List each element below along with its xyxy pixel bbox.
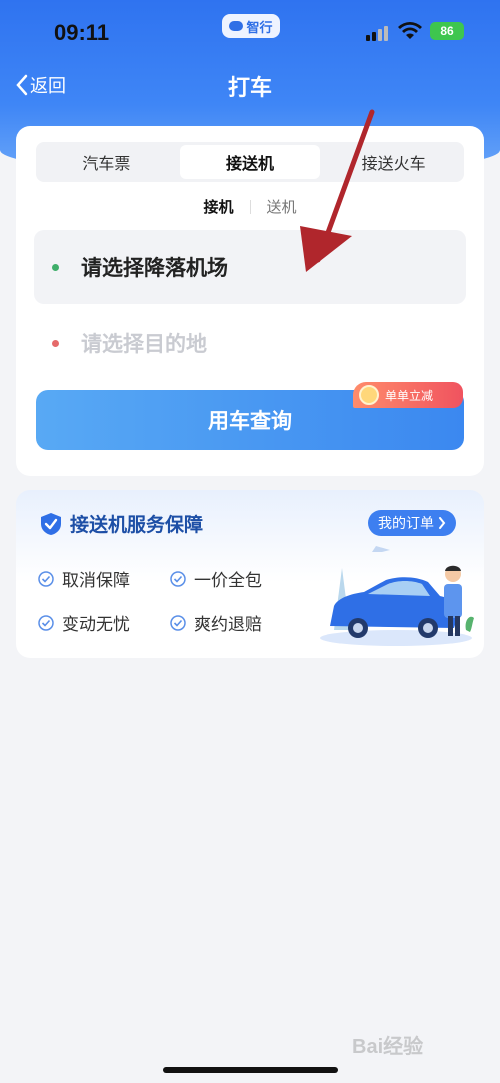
guarantee-heading: 接送机服务保障 [40,510,203,537]
guarantee-title: 接送机服务保障 [70,514,204,536]
transfer-mode-tabs: 接机 送机 [16,196,484,217]
guarantee-item-label: 取消保障 [62,571,130,591]
tab-train-transfer[interactable]: 接送火车 [323,142,464,182]
chevron-right-icon [439,517,446,529]
promo-badge: 单单立减 [353,382,463,408]
check-circle-icon [170,570,186,587]
battery-icon: 86 [430,22,464,40]
promo-label: 单单立减 [385,388,434,403]
guarantee-item: 爽约退赔 [170,610,262,635]
check-circle-icon [38,614,54,631]
watermark: Bai经验 [352,1036,424,1058]
guarantee-item: 变动无忧 [38,610,130,635]
car-driver-illustration [320,546,474,646]
arrival-airport-field[interactable]: 请选择降落机场 [34,230,466,304]
coupon-icon [359,385,379,405]
page-title: 打车 [227,76,272,101]
wifi-icon [398,22,422,39]
tab-pickup[interactable]: 接机 [203,196,233,217]
battery-level: 86 [440,24,454,38]
booking-card: 汽车票 接送机 接送火车 接机 送机 请选择降落机场 请选择目的地 用车查询 单… [16,126,484,476]
brand-pill: 智行 [222,14,280,38]
check-circle-icon [38,570,54,587]
check-circle-icon [170,614,186,631]
my-orders-label: 我的订单 [378,516,434,532]
tab-airport-transfer[interactable]: 接送机 [179,145,321,179]
service-guarantee-card: 接送机服务保障 我的订单 取消保障 一价全包 变动无忧 爽约退赔 [16,490,484,658]
shield-check-icon [41,512,61,535]
brand-logo-icon [229,21,244,31]
status-bar: 09:11 智行 86 [0,0,500,60]
tab-bus-ticket[interactable]: 汽车票 [36,142,177,182]
destination-placeholder: 请选择目的地 [81,332,207,356]
arrival-airport-placeholder: 请选择降落机场 [81,256,228,280]
subtab-divider [249,199,251,214]
red-dot-icon [52,339,59,347]
home-indicator[interactable] [163,1067,338,1073]
service-tabs: 汽车票 接送机 接送火车 [36,142,464,182]
destination-field[interactable]: 请选择目的地 [34,308,466,378]
my-orders-button[interactable]: 我的订单 [368,510,456,536]
guarantee-item: 取消保障 [38,566,130,591]
guarantee-item-label: 一价全包 [194,571,262,591]
brand-label: 智行 [246,20,273,36]
cellular-signal-icon [366,26,388,41]
green-dot-icon [52,263,59,271]
guarantee-item-label: 爽约退赔 [194,615,262,635]
guarantee-item-label: 变动无忧 [62,615,130,635]
guarantee-item: 一价全包 [170,566,262,591]
status-time: 09:11 [54,20,110,45]
tab-dropoff[interactable]: 送机 [267,196,297,217]
